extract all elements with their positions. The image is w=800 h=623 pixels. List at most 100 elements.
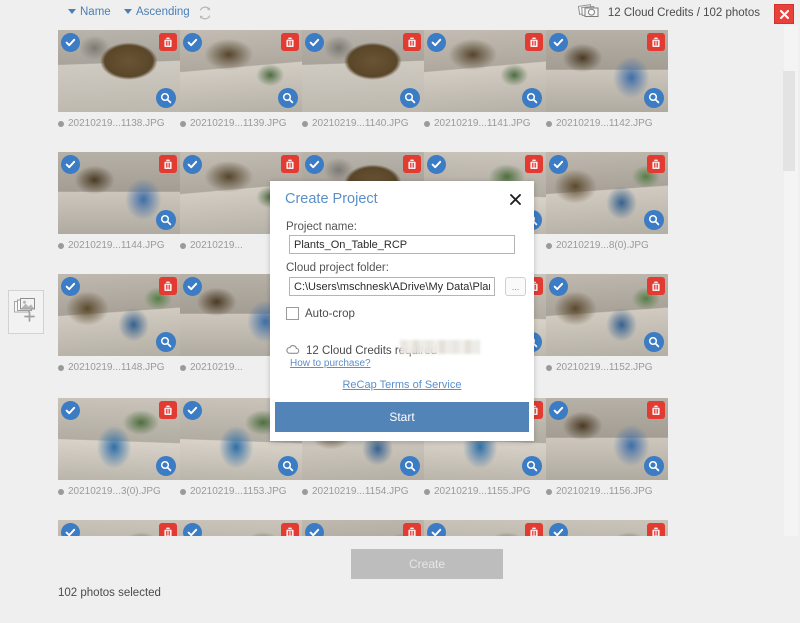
start-button[interactable]: Start: [275, 402, 529, 432]
photo-tile[interactable]: [58, 30, 180, 112]
trash-icon[interactable]: [403, 155, 421, 173]
photo-filename-label: 20210219...1155.JPG: [424, 486, 546, 497]
check-icon[interactable]: [183, 277, 202, 296]
left-rail: [0, 26, 50, 575]
trash-icon[interactable]: [647, 401, 665, 419]
check-icon[interactable]: [549, 523, 568, 536]
trash-icon[interactable]: [647, 277, 665, 295]
trash-icon[interactable]: [647, 155, 665, 173]
check-icon[interactable]: [61, 523, 80, 536]
trash-icon[interactable]: [281, 523, 299, 536]
check-icon[interactable]: [61, 277, 80, 296]
photo-filename-text: 20210219...1155.JPG: [434, 486, 531, 497]
close-icon[interactable]: [774, 4, 794, 24]
trash-icon[interactable]: [159, 523, 177, 536]
browse-folder-button[interactable]: ...: [505, 277, 526, 296]
check-icon[interactable]: [61, 401, 80, 420]
photo-filename-text: 20210219...1138.JPG: [68, 118, 165, 129]
photo-tile[interactable]: [546, 398, 668, 480]
grid-scrollbar-thumb[interactable]: [783, 71, 795, 171]
check-icon[interactable]: [183, 523, 202, 536]
trash-icon[interactable]: [159, 401, 177, 419]
terms-of-service-link[interactable]: ReCap Terms of Service: [270, 379, 534, 391]
trash-icon[interactable]: [525, 33, 543, 51]
create-button[interactable]: Create: [351, 549, 503, 579]
magnifier-icon[interactable]: [644, 88, 664, 108]
selected-photos-count: 102 photos selected: [58, 587, 161, 599]
photo-tile[interactable]: [58, 520, 180, 536]
photo-tile[interactable]: [302, 30, 424, 112]
photo-filename-label: 20210219...8(0).JPG: [546, 240, 668, 251]
trash-icon[interactable]: [525, 155, 543, 173]
magnifier-icon[interactable]: [522, 88, 542, 108]
check-icon[interactable]: [305, 155, 324, 174]
redacted-value: [400, 340, 480, 354]
magnifier-icon[interactable]: [156, 456, 176, 476]
check-icon[interactable]: [549, 33, 568, 52]
check-icon[interactable]: [549, 401, 568, 420]
project-name-input[interactable]: [289, 235, 515, 254]
sort-direction-dropdown[interactable]: Ascending: [124, 6, 190, 18]
trash-icon[interactable]: [159, 155, 177, 173]
trash-icon[interactable]: [403, 33, 421, 51]
check-icon[interactable]: [549, 155, 568, 174]
trash-icon[interactable]: [159, 33, 177, 51]
magnifier-icon[interactable]: [278, 456, 298, 476]
magnifier-icon[interactable]: [644, 456, 664, 476]
status-dot-icon: [424, 489, 430, 495]
photo-tile[interactable]: [58, 152, 180, 234]
photo-tile[interactable]: [546, 30, 668, 112]
trash-icon[interactable]: [281, 155, 299, 173]
photo-filename-label: 20210219...3(0).JPG: [58, 486, 180, 497]
magnifier-icon[interactable]: [400, 88, 420, 108]
photo-tile[interactable]: [180, 520, 302, 536]
photo-tile[interactable]: [424, 30, 546, 112]
refresh-icon[interactable]: [196, 4, 214, 22]
grid-scrollbar-track[interactable]: [784, 26, 798, 536]
photo-tile[interactable]: [546, 520, 668, 536]
check-icon[interactable]: [427, 155, 446, 174]
photo-tile[interactable]: [546, 152, 668, 234]
auto-crop-checkbox[interactable]: [286, 307, 299, 320]
magnifier-icon[interactable]: [522, 456, 542, 476]
magnifier-icon[interactable]: [156, 88, 176, 108]
magnifier-icon[interactable]: [644, 332, 664, 352]
add-photos-icon[interactable]: [8, 290, 44, 334]
sort-field-dropdown[interactable]: Name: [68, 6, 111, 18]
check-icon[interactable]: [183, 155, 202, 174]
check-icon[interactable]: [61, 33, 80, 52]
auto-crop-checkbox-row[interactable]: Auto-crop: [286, 307, 355, 320]
photo-tile[interactable]: [58, 274, 180, 356]
magnifier-icon[interactable]: [644, 210, 664, 230]
photo-tile[interactable]: [546, 274, 668, 356]
trash-icon[interactable]: [403, 523, 421, 536]
photo-filename-text: 20210219...1139.JPG: [190, 118, 287, 129]
cloud-project-folder-input[interactable]: [289, 277, 495, 296]
magnifier-icon[interactable]: [156, 210, 176, 230]
check-icon[interactable]: [427, 33, 446, 52]
how-to-purchase-link[interactable]: How to purchase?: [290, 358, 371, 369]
sort-field-label: Name: [80, 6, 111, 18]
check-icon[interactable]: [305, 523, 324, 536]
photo-tile[interactable]: [58, 398, 180, 480]
magnifier-icon[interactable]: [400, 456, 420, 476]
trash-icon[interactable]: [647, 33, 665, 51]
check-icon[interactable]: [549, 277, 568, 296]
photo-tile[interactable]: [424, 520, 546, 536]
check-icon[interactable]: [183, 401, 202, 420]
check-icon[interactable]: [427, 523, 446, 536]
photo-tile[interactable]: [302, 520, 424, 536]
photo-filename-label: 20210219...1140.JPG: [302, 118, 424, 129]
magnifier-icon[interactable]: [278, 88, 298, 108]
trash-icon[interactable]: [281, 33, 299, 51]
magnifier-icon[interactable]: [156, 332, 176, 352]
check-icon[interactable]: [305, 33, 324, 52]
check-icon[interactable]: [183, 33, 202, 52]
close-icon[interactable]: [506, 190, 524, 208]
photo-tile[interactable]: [180, 30, 302, 112]
check-icon[interactable]: [61, 155, 80, 174]
trash-icon[interactable]: [525, 523, 543, 536]
trash-icon[interactable]: [647, 523, 665, 536]
trash-icon[interactable]: [159, 277, 177, 295]
photo-filename-text: 20210219...8(0).JPG: [556, 240, 649, 251]
